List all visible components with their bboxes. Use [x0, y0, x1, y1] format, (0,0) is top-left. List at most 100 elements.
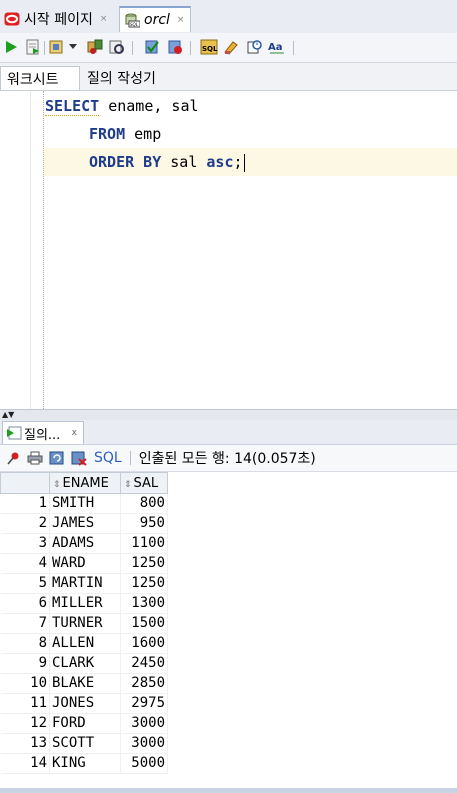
- sal-cell[interactable]: 2450: [120, 653, 168, 674]
- code-line-2[interactable]: FROM emp: [89, 120, 161, 148]
- row-number-cell[interactable]: 8: [0, 633, 50, 654]
- refresh-icon[interactable]: [48, 449, 66, 467]
- row-number-cell[interactable]: 7: [0, 613, 50, 634]
- explain-plan-icon[interactable]: [86, 38, 104, 56]
- sal-cell[interactable]: 1100: [120, 533, 168, 554]
- ename-cell[interactable]: MARTIN: [49, 573, 121, 594]
- dropdown-arrow-icon[interactable]: [68, 38, 78, 56]
- tab-worksheet[interactable]: 워크시트: [0, 66, 80, 90]
- ename-cell[interactable]: CLARK: [49, 653, 121, 674]
- code-line-1[interactable]: SELECT ename, sal: [45, 92, 199, 120]
- row-number-cell[interactable]: 11: [0, 693, 50, 714]
- sal-cell[interactable]: 5000: [120, 753, 168, 774]
- ename-cell[interactable]: KING: [49, 753, 121, 774]
- table-row[interactable]: 12 FORD 3000: [0, 713, 168, 734]
- row-number-cell[interactable]: 4: [0, 553, 50, 574]
- tab-start-page[interactable]: 시작 페이지 ×: [0, 6, 117, 32]
- row-number-cell[interactable]: 5: [0, 573, 50, 594]
- row-number-cell[interactable]: 6: [0, 593, 50, 614]
- table-row[interactable]: 7 TURNER 1500: [0, 613, 168, 634]
- collapse-arrows-icon[interactable]: ▲▼: [2, 410, 14, 419]
- ename-cell[interactable]: SCOTT: [49, 733, 121, 754]
- table-row[interactable]: 3 ADAMS 1100: [0, 533, 168, 554]
- sql-tuning-icon[interactable]: [108, 38, 126, 56]
- editor-gutter: [0, 91, 31, 409]
- sal-cell[interactable]: 3000: [120, 733, 168, 754]
- close-icon[interactable]: ×: [177, 15, 185, 25]
- row-number-cell[interactable]: 3: [0, 533, 50, 554]
- ename-cell[interactable]: SMITH: [49, 493, 121, 514]
- row-number-cell[interactable]: 13: [0, 733, 50, 754]
- ename-cell[interactable]: JAMES: [49, 513, 121, 534]
- document-tab-bar: 시작 페이지 × SQL orcl ×: [0, 0, 457, 34]
- row-number-cell[interactable]: 14: [0, 753, 50, 774]
- toolbar-separator: [129, 451, 131, 465]
- tab-label: 질의...: [24, 427, 61, 443]
- sal-cell[interactable]: 3000: [120, 713, 168, 734]
- row-number-cell[interactable]: 12: [0, 713, 50, 734]
- commit-icon[interactable]: [143, 38, 161, 56]
- tab-orcl[interactable]: SQL orcl ×: [119, 6, 191, 32]
- autotrace-icon[interactable]: [48, 38, 66, 56]
- row-number-cell[interactable]: 10: [0, 673, 50, 694]
- table-row[interactable]: 9 CLARK 2450: [0, 653, 168, 674]
- pin-icon[interactable]: [4, 449, 22, 467]
- code-text: ename, sal: [99, 97, 199, 115]
- clear-icon[interactable]: [222, 38, 240, 56]
- row-number-cell[interactable]: 2: [0, 513, 50, 534]
- code-text: sal: [161, 153, 207, 171]
- close-icon[interactable]: ×: [100, 14, 108, 24]
- sal-cell[interactable]: 800: [120, 493, 168, 514]
- table-row[interactable]: 8 ALLEN 1600: [0, 633, 168, 654]
- sal-cell[interactable]: 1300: [120, 593, 168, 614]
- table-row[interactable]: 13 SCOTT 3000: [0, 733, 168, 754]
- sal-cell[interactable]: 2850: [120, 673, 168, 694]
- sal-cell[interactable]: 1500: [120, 613, 168, 634]
- sal-cell[interactable]: 1250: [120, 553, 168, 574]
- run-script-icon[interactable]: [24, 38, 42, 56]
- status-bar: [0, 788, 457, 793]
- rollback-icon[interactable]: [166, 38, 184, 56]
- ename-cell[interactable]: MILLER: [49, 593, 121, 614]
- table-row[interactable]: 10 BLAKE 2850: [0, 673, 168, 694]
- sal-cell[interactable]: 2975: [120, 693, 168, 714]
- unshared-sql-icon[interactable]: SQL: [200, 38, 218, 56]
- sort-icon: ⇕: [124, 479, 132, 490]
- code-line-3[interactable]: ORDER BY sal asc;: [89, 148, 245, 176]
- worksheet-subtab-bar: 워크시트 질의 작성기: [0, 63, 457, 91]
- editor-fold-margin: [43, 91, 44, 409]
- ename-cell[interactable]: ADAMS: [49, 533, 121, 554]
- history-icon[interactable]: [245, 38, 263, 56]
- ename-cell[interactable]: FORD: [49, 713, 121, 734]
- column-header-ename[interactable]: ⇕ ENAME: [49, 472, 121, 494]
- ename-cell[interactable]: JONES: [49, 693, 121, 714]
- table-row[interactable]: 4 WARD 1250: [0, 553, 168, 574]
- sql-editor[interactable]: SELECT ename, sal FROM emp ORDER BY sal …: [0, 91, 457, 409]
- sal-cell[interactable]: 1600: [120, 633, 168, 654]
- table-row[interactable]: 14 KING 5000: [0, 753, 168, 774]
- row-number-cell[interactable]: 9: [0, 653, 50, 674]
- sal-cell[interactable]: 1250: [120, 573, 168, 594]
- clear-results-icon[interactable]: [70, 449, 88, 467]
- print-icon[interactable]: [26, 449, 44, 467]
- sql-keyword: FROM: [89, 125, 126, 143]
- ename-cell[interactable]: TURNER: [49, 613, 121, 634]
- table-row[interactable]: 5 MARTIN 1250: [0, 573, 168, 594]
- format-case-icon[interactable]: Aa: [268, 38, 286, 56]
- table-row[interactable]: 11 JONES 2975: [0, 693, 168, 714]
- table-row[interactable]: 2 JAMES 950: [0, 513, 168, 534]
- ename-cell[interactable]: BLAKE: [49, 673, 121, 694]
- ename-cell[interactable]: WARD: [49, 553, 121, 574]
- close-icon[interactable]: x: [72, 428, 77, 438]
- row-number-cell[interactable]: 1: [0, 493, 50, 514]
- run-statement-icon[interactable]: [2, 38, 20, 56]
- tab-query-result[interactable]: 질의... x: [2, 421, 84, 444]
- tab-query-builder[interactable]: 질의 작성기: [81, 66, 162, 90]
- column-header-sal[interactable]: ⇕ SAL: [120, 472, 168, 494]
- table-row[interactable]: 1 SMITH 800: [0, 493, 168, 514]
- results-grid: ⇕ ENAME ⇕ SAL 1 SMITH 800 2 JAMES 950 3 ADAMS 1100…: [0, 472, 457, 790]
- sal-cell[interactable]: 950: [120, 513, 168, 534]
- ename-cell[interactable]: ALLEN: [49, 633, 121, 654]
- sql-link[interactable]: SQL: [94, 450, 122, 466]
- table-row[interactable]: 6 MILLER 1300: [0, 593, 168, 614]
